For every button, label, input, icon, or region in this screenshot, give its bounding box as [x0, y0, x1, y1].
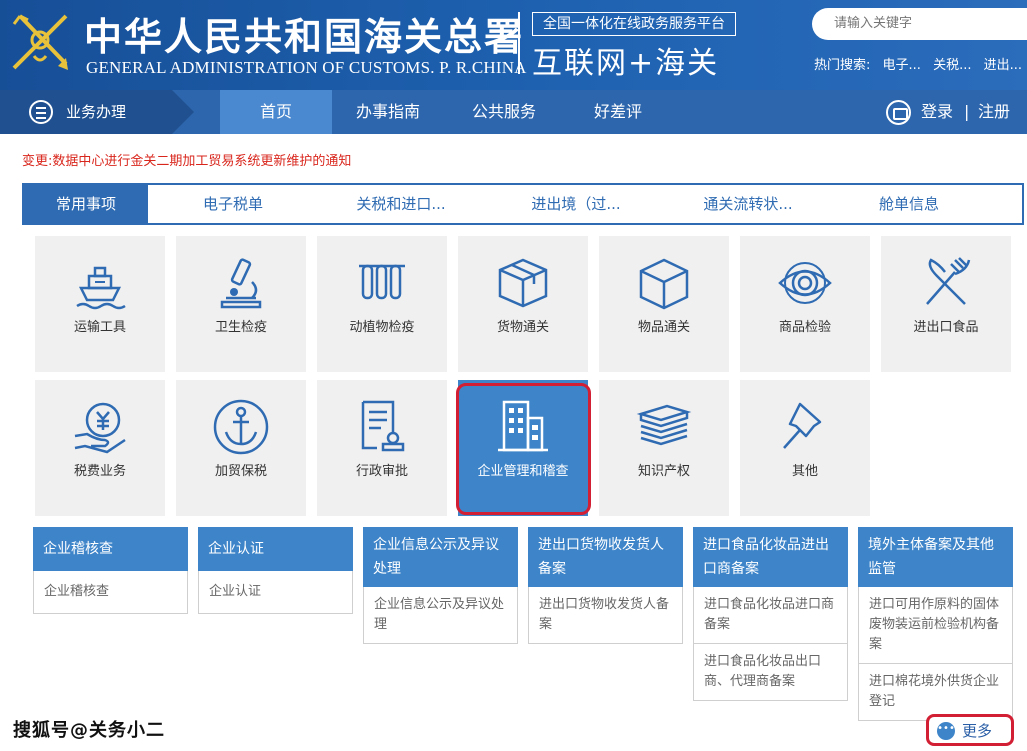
tab-tariff[interactable]: 关税和进口... [342, 185, 460, 223]
nav-rating[interactable]: 好差评 [578, 90, 658, 134]
panel-title: 企业稽核查 [33, 527, 188, 571]
panel-link[interactable]: 企业稽核查 [33, 571, 188, 614]
tile-transport[interactable]: 运输工具 [35, 236, 165, 372]
tile-label: 动植物检疫 [349, 320, 415, 335]
panel-title: 境外主体备案及其他监管 [858, 527, 1013, 587]
chat-icon[interactable] [886, 100, 911, 125]
ship-icon [76, 266, 126, 310]
panel-overseas-entity-filing: 境外主体备案及其他监管 进口可用作原料的固体废物装运前检验机构备案 进口棉花境外… [858, 527, 1013, 721]
hot-search-item[interactable]: 进出... [984, 58, 1022, 73]
tab-entry-exit[interactable]: 进出境（过... [514, 185, 638, 223]
panel-enterprise-audit: 企业稽核查 企业稽核查 [33, 527, 188, 614]
more-label: 更多 [962, 722, 993, 740]
main-nav: 业务办理 首页 办事指南 公共服务 好差评 登录 | 注册 [0, 90, 1027, 134]
fork-knife-icon [926, 257, 971, 305]
platform-title: 全国一体化在线政务服务平台 [532, 12, 736, 36]
notice-link[interactable]: 变更:数据中心进行金关二期加工贸易系统更新维护的通知 [22, 150, 351, 169]
hot-search-item[interactable]: 电子... [883, 58, 921, 73]
header-divider [518, 12, 520, 74]
tile-import-export-food[interactable]: 进出口食品 [881, 236, 1011, 372]
watermark: 搜狐号@关务小二 [13, 720, 165, 741]
site-header: 中华人民共和国海关总署 GENERAL ADMINISTRATION OF CU… [0, 0, 1027, 90]
package-icon [498, 258, 548, 308]
microscope-icon [220, 258, 262, 309]
chevron-right-icon [172, 90, 194, 134]
panel-consignor-filing: 进出口货物收发货人备案 进出口货物收发货人备案 [528, 527, 683, 644]
tile-health-quarantine[interactable]: 卫生检疫 [176, 236, 306, 372]
panel-link[interactable]: 进口棉花境外供货企业登记 [858, 664, 1013, 721]
panel-link[interactable]: 企业信息公示及异议处理 [363, 587, 518, 644]
tile-label: 行政审批 [355, 464, 408, 479]
books-icon [636, 404, 692, 446]
panel-info-disclosure: 企业信息公示及异议处理 企业信息公示及异议处理 [363, 527, 518, 644]
eye-icon [778, 262, 832, 304]
panel-link[interactable]: 进口食品化妆品进口商备案 [693, 587, 848, 644]
tile-commodity-inspection[interactable]: 商品检验 [740, 236, 870, 372]
tile-label: 企业管理和稽查 [477, 464, 569, 479]
search-input[interactable] [812, 8, 1027, 40]
panel-link[interactable]: 进出口货物收发货人备案 [528, 587, 683, 644]
org-name-cn: 中华人民共和国海关总署 [84, 14, 525, 59]
tab-e-tax[interactable]: 电子税单 [174, 185, 292, 223]
nav-guide[interactable]: 办事指南 [342, 90, 434, 134]
more-dots-icon: ••• [937, 722, 955, 740]
customs-emblem-logo [12, 14, 68, 70]
anchor-icon [213, 399, 269, 455]
panel-title: 进出口货物收发货人备案 [528, 527, 683, 587]
panel-food-cosmetics-filing: 进口食品化妆品进出口商备案 进口食品化妆品进口商备案 进口食品化妆品出口商、代理… [693, 527, 848, 701]
nav-home[interactable]: 首页 [220, 90, 332, 134]
tile-administrative-approval[interactable]: 行政审批 [317, 380, 447, 516]
tile-tax-fee[interactable]: 税费业务 [35, 380, 165, 516]
business-menu-label: 业务办理 [66, 103, 127, 121]
more-button[interactable]: ••• 更多 [926, 714, 1014, 746]
tab-common[interactable]: 常用事项 [24, 185, 148, 223]
hot-search: 热门搜索: 电子... 关税... 进出... [814, 54, 1027, 73]
panel-enterprise-certification: 企业认证 企业认证 [198, 527, 353, 614]
tile-label: 商品检验 [778, 320, 831, 335]
tile-cargo-clearance[interactable]: 货物通关 [458, 236, 588, 372]
panel-link[interactable]: 进口可用作原料的固体废物装运前检验机构备案 [858, 587, 1013, 664]
yuan-hand-icon [74, 402, 126, 454]
panel-link[interactable]: 企业认证 [198, 571, 353, 614]
document-stamp-icon [361, 400, 405, 452]
tile-label: 知识产权 [637, 464, 690, 479]
tab-clearance-status[interactable]: 通关流转状... [686, 185, 810, 223]
tile-processing-trade-bonded[interactable]: 加贸保税 [176, 380, 306, 516]
panel-title: 进口食品化妆品进出口商备案 [693, 527, 848, 587]
tab-manifest[interactable]: 舱单信息 [864, 185, 954, 223]
tile-label: 税费业务 [73, 464, 126, 479]
tile-animal-plant-quarantine[interactable]: 动植物检疫 [317, 236, 447, 372]
hot-search-label: 热门搜索: [814, 58, 871, 73]
tile-article-clearance[interactable]: 物品通关 [599, 236, 729, 372]
test-tubes-icon [359, 264, 405, 300]
tile-other[interactable]: 其他 [740, 380, 870, 516]
pin-icon [783, 402, 822, 449]
panel-link[interactable]: 进口食品化妆品出口商、代理商备案 [693, 644, 848, 701]
register-link[interactable]: 注册 [978, 90, 1010, 134]
platform-subtitle: 互联网+海关 [532, 46, 720, 81]
tile-label: 其他 [791, 464, 818, 479]
nav-separator: | [964, 102, 970, 121]
panel-title: 企业信息公示及异议处理 [363, 527, 518, 587]
tile-intellectual-property[interactable]: 知识产权 [599, 380, 729, 516]
tile-enterprise-management[interactable]: 企业管理和稽查 [458, 380, 588, 516]
tile-label: 物品通关 [637, 320, 690, 335]
tile-label: 加贸保税 [214, 464, 267, 479]
login-link[interactable]: 登录 [921, 90, 953, 134]
tile-label: 货物通关 [496, 320, 549, 335]
building-icon [498, 400, 548, 452]
service-tabs: 常用事项 电子税单 关税和进口... 进出境（过... 通关流转状... 舱单信… [22, 183, 1024, 225]
hot-search-item[interactable]: 关税... [933, 58, 971, 73]
tile-label: 运输工具 [73, 320, 126, 335]
org-name-en: GENERAL ADMINISTRATION OF CUSTOMS. P. R.… [86, 58, 527, 77]
cube-icon [639, 258, 689, 310]
business-menu-button[interactable]: 业务办理 [0, 90, 194, 134]
nav-public-service[interactable]: 公共服务 [456, 90, 552, 134]
menu-icon [29, 100, 53, 124]
tile-label: 进出口食品 [913, 320, 979, 335]
panel-title: 企业认证 [198, 527, 353, 571]
tile-label: 卫生检疫 [214, 320, 267, 335]
